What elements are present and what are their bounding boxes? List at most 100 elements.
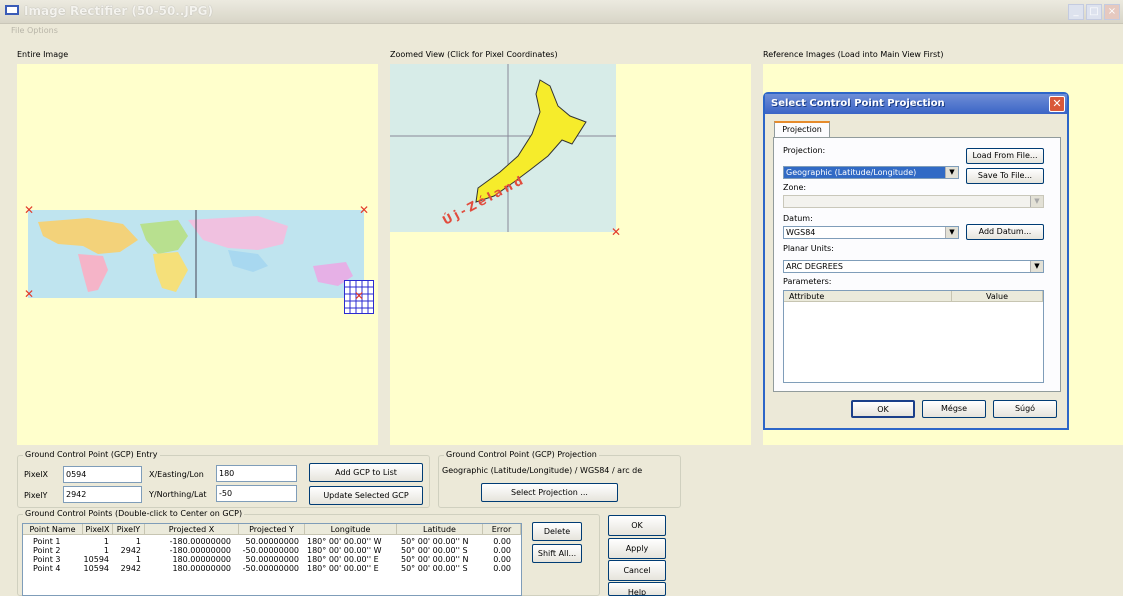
projection-label: Projection: xyxy=(783,146,826,155)
cell: 10594 xyxy=(83,555,109,564)
add-datum-button[interactable]: Add Datum... xyxy=(966,224,1044,240)
chevron-down-icon[interactable]: ▼ xyxy=(945,167,958,178)
title-bar: Image Rectifier (50-50..JPG) _ □ × xyxy=(0,0,1123,24)
entire-image-panel[interactable]: ✕ ✕ ✕ ✕ xyxy=(17,64,378,445)
col-value[interactable]: Value xyxy=(952,291,1043,302)
col-attribute[interactable]: Attribute xyxy=(784,291,952,302)
cell: -50.00000000 xyxy=(242,546,299,555)
col-longitude[interactable]: Longitude xyxy=(305,524,397,535)
cell: 180.00000000 xyxy=(172,555,231,564)
table-row[interactable]: Point 3 10594 1 180.00000000 50.00000000… xyxy=(23,555,521,564)
cell: -180.00000000 xyxy=(169,537,231,546)
datum-label: Datum: xyxy=(783,214,813,223)
cell: 1 xyxy=(135,555,141,564)
help-button[interactable]: Help xyxy=(608,582,666,596)
col-projected-y[interactable]: Projected Y xyxy=(239,524,305,535)
zoomed-view-label: Zoomed View (Click for Pixel Coordinates… xyxy=(390,50,558,59)
pixel-y-field[interactable] xyxy=(63,486,142,503)
dialog-cancel-button[interactable]: Mégse xyxy=(922,400,986,418)
chevron-down-icon[interactable]: ▼ xyxy=(1030,196,1043,207)
reference-images-label: Reference Images (Load into Main View Fi… xyxy=(763,50,944,59)
cell: 50° 00' 00.00'' N xyxy=(401,537,469,546)
menu-bar: File Options xyxy=(0,24,1123,38)
zoomed-map-image: Új-Zéland xyxy=(390,64,616,232)
cell: 1 xyxy=(103,546,109,555)
tab-projection[interactable]: Projection xyxy=(774,121,830,137)
cell: 0.00 xyxy=(493,564,511,573)
table-row[interactable]: Point 1 1 1 -180.00000000 50.00000000 18… xyxy=(23,537,521,546)
menu-file[interactable]: File xyxy=(11,26,24,35)
gcp-list-title: Ground Control Points (Double-click to C… xyxy=(23,509,245,518)
col-error[interactable]: Error xyxy=(483,524,521,535)
cell: 0.00 xyxy=(493,537,511,546)
dialog-help-button[interactable]: Súgó xyxy=(993,400,1057,418)
table-row[interactable]: Point 4 10594 2942 180.00000000 -50.0000… xyxy=(23,564,521,573)
gcp-marker-icon: ✕ xyxy=(24,287,35,301)
y-northing-label: Y/Northing/Lat xyxy=(149,490,207,499)
chevron-down-icon[interactable]: ▼ xyxy=(945,227,958,238)
update-gcp-button[interactable]: Update Selected GCP xyxy=(309,486,423,505)
add-gcp-button[interactable]: Add GCP to List xyxy=(309,463,423,482)
window-title: Image Rectifier (50-50..JPG) xyxy=(24,4,214,18)
planar-units-select[interactable]: ARC DEGREES ▼ xyxy=(783,260,1044,273)
gcp-projection-title: Ground Control Point (GCP) Projection xyxy=(444,450,599,459)
shift-all-button[interactable]: Shift All... xyxy=(532,544,582,563)
cell: 10594 xyxy=(83,564,109,573)
cell: 180° 00' 00.00'' E xyxy=(307,555,379,564)
close-button[interactable]: × xyxy=(1104,4,1120,20)
app-icon xyxy=(5,5,19,15)
cell: 1 xyxy=(103,537,109,546)
chevron-down-icon[interactable]: ▼ xyxy=(1030,261,1043,272)
save-to-file-button[interactable]: Save To File... xyxy=(966,168,1044,184)
datum-select-value: WGS84 xyxy=(786,228,816,237)
cell: 0.00 xyxy=(493,546,511,555)
y-northing-field[interactable] xyxy=(216,485,297,502)
cancel-button[interactable]: Cancel xyxy=(608,560,666,581)
select-projection-button[interactable]: Select Projection ... xyxy=(481,483,618,502)
apply-button[interactable]: Apply xyxy=(608,538,666,559)
dialog-ok-button[interactable]: OK xyxy=(851,400,915,418)
cell: 180.00000000 xyxy=(172,564,231,573)
zoom-locator-grid-icon[interactable]: ✕ xyxy=(344,280,374,314)
world-map-thumbnail xyxy=(28,210,364,298)
cell: -180.00000000 xyxy=(169,546,231,555)
x-easting-label: X/Easting/Lon xyxy=(149,470,204,479)
cell: Point 4 xyxy=(33,564,61,573)
gcp-marker-icon: ✕ xyxy=(359,203,370,217)
gcp-entry-title: Ground Control Point (GCP) Entry xyxy=(23,450,160,459)
cell: 2942 xyxy=(120,564,141,573)
table-row[interactable]: Point 2 1 2942 -180.00000000 -50.0000000… xyxy=(23,546,521,555)
svg-text:✕: ✕ xyxy=(354,289,364,303)
entire-image-label: Entire Image xyxy=(17,50,69,59)
col-point-name[interactable]: Point Name xyxy=(23,524,83,535)
projection-select[interactable]: Geographic (Latitude/Longitude) ▼ xyxy=(783,166,959,179)
col-pixel-y[interactable]: PixelY xyxy=(113,524,145,535)
col-latitude[interactable]: Latitude xyxy=(397,524,483,535)
x-easting-field[interactable] xyxy=(216,465,297,482)
menu-options[interactable]: Options xyxy=(27,26,58,35)
cell: 50.00000000 xyxy=(245,555,299,564)
cell: Point 3 xyxy=(33,555,61,564)
gcp-table[interactable]: Point Name PixelX PixelY Projected X Pro… xyxy=(22,523,522,596)
minimize-button[interactable]: _ xyxy=(1068,4,1084,20)
datum-select[interactable]: WGS84 ▼ xyxy=(783,226,959,239)
cell: Point 2 xyxy=(33,546,61,555)
zoomed-view-panel[interactable]: Új-Zéland ✕ xyxy=(390,64,751,445)
col-pixel-x[interactable]: PixelX xyxy=(83,524,113,535)
cell: 50.00000000 xyxy=(245,537,299,546)
select-projection-dialog: Select Control Point Projection ✕ Projec… xyxy=(763,92,1069,430)
parameters-label: Parameters: xyxy=(783,277,832,286)
load-from-file-button[interactable]: Load From File... xyxy=(966,148,1044,164)
parameters-table[interactable]: Attribute Value xyxy=(783,290,1044,383)
ok-button[interactable]: OK xyxy=(608,515,666,536)
cell: 50° 00' 00.00'' S xyxy=(401,564,468,573)
cell: 180° 00' 00.00'' E xyxy=(307,564,379,573)
dialog-close-icon[interactable]: ✕ xyxy=(1049,96,1065,112)
zone-select[interactable]: ▼ xyxy=(783,195,1044,208)
col-projected-x[interactable]: Projected X xyxy=(145,524,239,535)
cell: Point 1 xyxy=(33,537,61,546)
delete-gcp-button[interactable]: Delete xyxy=(532,522,582,541)
cell: 50° 00' 00.00'' N xyxy=(401,555,469,564)
maximize-button[interactable]: □ xyxy=(1086,4,1102,20)
pixel-x-field[interactable] xyxy=(63,466,142,483)
